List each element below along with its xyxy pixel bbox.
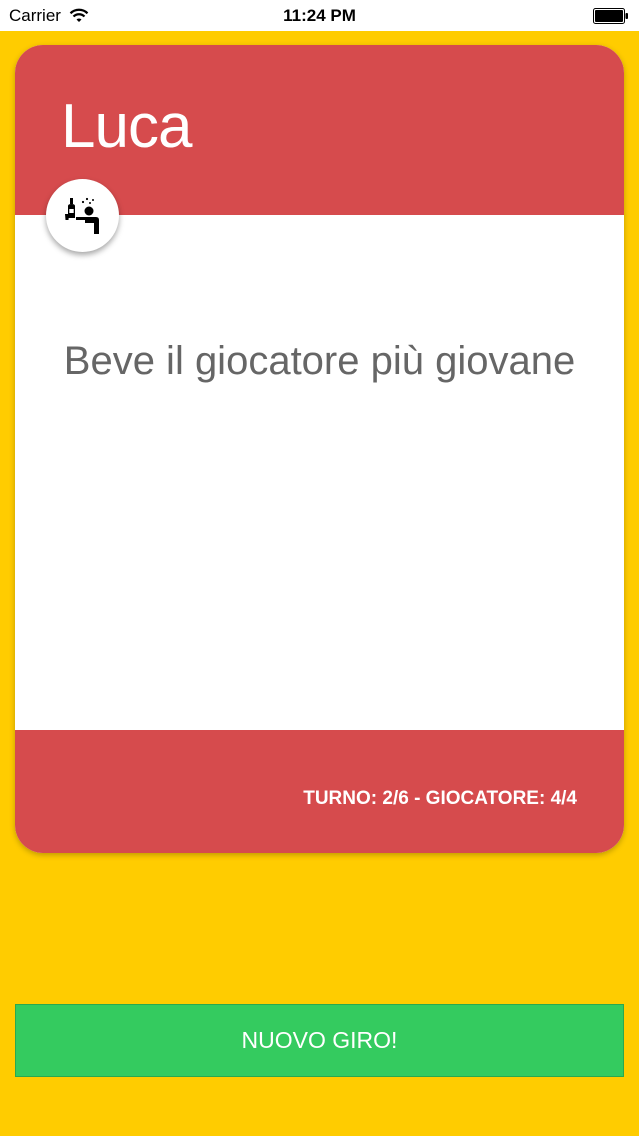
drinking-person-icon (46, 179, 119, 252)
player-name: Luca (61, 92, 192, 161)
drinking-person-glyph (64, 197, 99, 234)
card-body: Beve il giocatore più giovane (15, 215, 624, 730)
card-footer: TURNO: 2/6 - GIOCATORE: 4/4 (15, 730, 624, 853)
turn-info: TURNO: 2/6 - GIOCATORE: 4/4 (303, 788, 577, 809)
game-card: Luca Beve il giocatore più giovane TURNO… (15, 45, 624, 853)
clock: 11:24 PM (283, 6, 356, 25)
new-round-button[interactable]: NUOVO GIRO! (15, 1004, 624, 1077)
status-bar: Carrier 11:24 PM (0, 0, 639, 31)
battery-icon (593, 8, 628, 24)
rule-text: Beve il giocatore più giovane (63, 339, 576, 383)
